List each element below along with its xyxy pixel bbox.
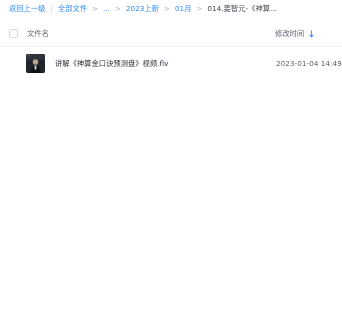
- table-header: 文件名 修改时间: [0, 21, 342, 47]
- select-all-checkbox[interactable]: [9, 29, 18, 38]
- chevron-right-icon: >: [92, 5, 99, 13]
- column-header-modified[interactable]: 修改时间: [275, 29, 314, 39]
- sort-arrow-down-icon[interactable]: [309, 30, 314, 38]
- file-name[interactable]: 讲解《神算金口诀预测盘》视频.flv: [55, 59, 168, 69]
- file-modified-time: 2023-01-04 14:49: [276, 59, 342, 68]
- breadcrumb-2023[interactable]: 2023上新: [126, 4, 159, 14]
- video-thumbnail-icon: [26, 54, 45, 73]
- breadcrumb-01[interactable]: 01月: [175, 4, 192, 14]
- breadcrumb-all-files[interactable]: 全部文件: [58, 4, 87, 14]
- breadcrumb: 返回上一级 | 全部文件 > ... > 2023上新 > 01月 > 014.…: [9, 4, 277, 14]
- breadcrumb-ellipsis[interactable]: ...: [103, 4, 110, 14]
- back-link[interactable]: 返回上一级: [9, 4, 45, 14]
- chevron-right-icon: >: [114, 5, 121, 13]
- chevron-right-icon: >: [164, 5, 170, 13]
- column-header-modified-label: 修改时间: [275, 29, 305, 38]
- breadcrumb-divider: |: [50, 4, 53, 13]
- breadcrumb-current: 014.姜智元-《神算...: [207, 4, 277, 13]
- chevron-right-icon: >: [196, 5, 203, 13]
- table-row[interactable]: 讲解《神算金口诀预测盘》视频.flv 2023-01-04 14:49: [0, 52, 342, 76]
- column-header-name[interactable]: 文件名: [27, 29, 49, 39]
- file-browser-page: 返回上一级 | 全部文件 > ... > 2023上新 > 01月 > 014.…: [0, 0, 342, 310]
